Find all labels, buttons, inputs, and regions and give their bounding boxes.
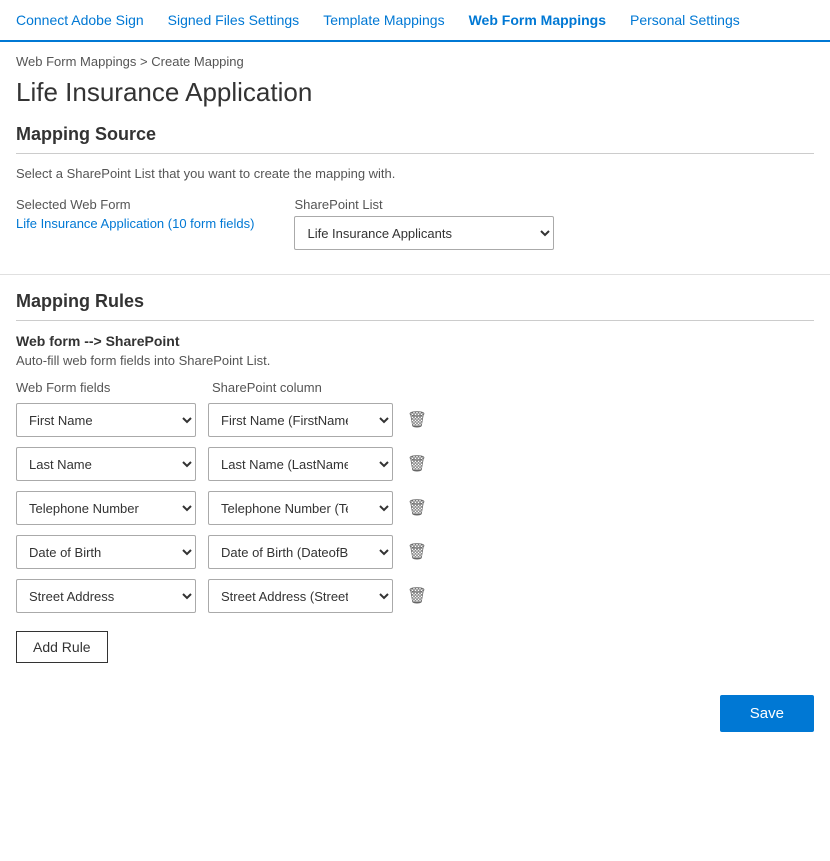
mapping-source-title: Mapping Source <box>16 124 814 154</box>
nav-connect-adobe-sign[interactable]: Connect Adobe Sign <box>16 12 144 28</box>
webform-field-select-4[interactable]: Street Address <box>16 579 196 613</box>
delete-rule-0[interactable]: 🗑 <box>405 408 429 432</box>
columns-header: Web Form fields SharePoint column <box>16 380 814 395</box>
mapping-rules-title: Mapping Rules <box>16 291 814 321</box>
rule-row: Date of Birth Date of Birth (DateofBirth… <box>16 535 814 569</box>
sharepoint-col-select-0[interactable]: First Name (FirstName) <box>208 403 393 437</box>
webform-field-select-1[interactable]: Last Name <box>16 447 196 481</box>
selected-web-form-value[interactable]: Life Insurance Application (10 form fiel… <box>16 216 254 231</box>
breadcrumb-separator: > <box>140 54 151 69</box>
sharepoint-col-select-1[interactable]: Last Name (LastName) <box>208 447 393 481</box>
selected-web-form-label: Selected Web Form <box>16 197 254 212</box>
delete-rule-2[interactable]: 🗑 <box>405 496 429 520</box>
mapping-rules-section: Mapping Rules Web form --> SharePoint Au… <box>0 291 830 679</box>
page-title: Life Insurance Application <box>0 73 830 124</box>
mapping-source-desc: Select a SharePoint List that you want t… <box>16 166 814 181</box>
delete-rule-4[interactable]: 🗑 <box>405 584 429 608</box>
nav-signed-files-settings[interactable]: Signed Files Settings <box>168 12 300 28</box>
rule-row: Street Address Street Address (StreetAd.… <box>16 579 814 613</box>
webform-field-select-3[interactable]: Date of Birth <box>16 535 196 569</box>
direction-label: Web form --> SharePoint <box>16 333 814 349</box>
nav-template-mappings[interactable]: Template Mappings <box>323 12 444 28</box>
mapping-source-right: SharePoint List Life Insurance Applicant… <box>294 197 554 250</box>
auto-fill-desc: Auto-fill web form fields into SharePoin… <box>16 353 814 368</box>
delete-rule-1[interactable]: 🗑 <box>405 452 429 476</box>
sharepoint-col-select-3[interactable]: Date of Birth (DateofBirth) <box>208 535 393 569</box>
rule-row: First Name First Name (FirstName) 🗑 <box>16 403 814 437</box>
delete-rule-3[interactable]: 🗑 <box>405 540 429 564</box>
top-navigation: Connect Adobe Sign Signed Files Settings… <box>0 0 830 42</box>
mapping-source-left: Selected Web Form Life Insurance Applica… <box>16 197 254 231</box>
sharepoint-list-select[interactable]: Life Insurance Applicants <box>294 216 554 250</box>
mapping-source-row: Selected Web Form Life Insurance Applica… <box>16 197 814 250</box>
mapping-source-section: Mapping Source Select a SharePoint List … <box>0 124 830 266</box>
save-area: Save <box>0 679 830 756</box>
sharepoint-col-select-2[interactable]: Telephone Number (Tele... <box>208 491 393 525</box>
breadcrumb-current: Create Mapping <box>151 54 244 69</box>
webform-fields-header: Web Form fields <box>16 380 196 395</box>
rule-row: Telephone Number Telephone Number (Tele.… <box>16 491 814 525</box>
rule-row: Last Name Last Name (LastName) 🗑 <box>16 447 814 481</box>
breadcrumb: Web Form Mappings > Create Mapping <box>0 42 830 73</box>
nav-web-form-mappings[interactable]: Web Form Mappings <box>469 12 606 28</box>
add-rule-button[interactable]: Add Rule <box>16 631 108 663</box>
breadcrumb-root[interactable]: Web Form Mappings <box>16 54 136 69</box>
sharepoint-col-select-4[interactable]: Street Address (StreetAd... <box>208 579 393 613</box>
nav-personal-settings[interactable]: Personal Settings <box>630 12 740 28</box>
webform-field-select-2[interactable]: Telephone Number <box>16 491 196 525</box>
sharepoint-column-header: SharePoint column <box>212 380 397 395</box>
save-button[interactable]: Save <box>720 695 814 732</box>
sharepoint-list-label: SharePoint List <box>294 197 554 212</box>
webform-field-select-0[interactable]: First Name <box>16 403 196 437</box>
